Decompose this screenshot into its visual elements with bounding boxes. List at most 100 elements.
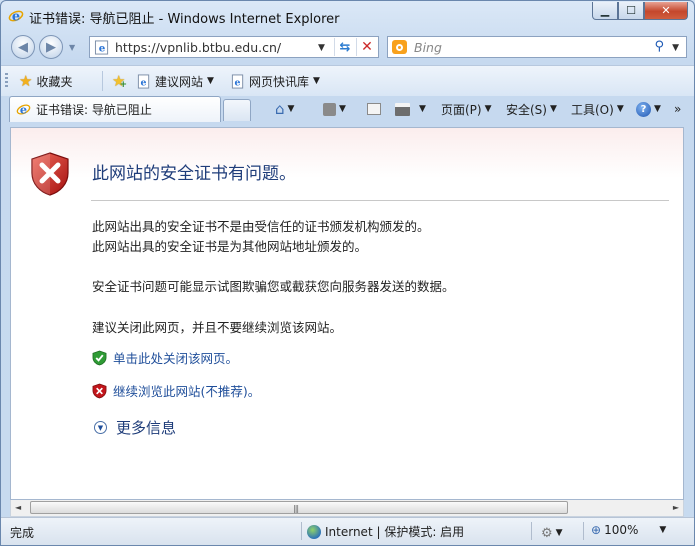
globe-icon [307,524,321,539]
stop-icon[interactable]: ✕ [356,38,377,56]
scroll-left-icon[interactable]: ◄ [15,503,21,512]
mail-icon [367,103,381,115]
more-info-toggle[interactable]: ▼ 更多信息 [94,417,176,438]
address-dropdown-icon[interactable]: ▼ [318,43,325,53]
zoom-magnifier-icon: ⊕ [591,523,602,537]
svg-text:e: e [99,43,106,55]
svg-text:e: e [235,77,241,88]
status-separator [531,522,532,540]
fav-item-label: 网页快讯库 [249,74,310,89]
chevron-down-icon: ▼ [555,528,563,538]
home-icon: ⌂ [275,100,285,118]
refresh-icon[interactable]: ⇆ [334,38,355,56]
svg-text:e: e [20,103,27,117]
chevron-right-icon: » [674,102,682,116]
close-page-link-text: 单击此处关闭该网页。 [113,351,239,366]
page-content: 此网站的安全证书有问题。 此网站出具的安全证书不是由受信任的证书颁发机构颁发的。… [10,127,684,500]
chevron-down-icon: ▼ [313,76,320,86]
ie-window: e 证书错误: 导航已阻止 - Windows Internet Explore… [0,0,695,546]
caption-buttons: ▁ ☐ ✕ [592,2,688,20]
window-title: 证书错误: 导航已阻止 - Windows Internet Explorer [29,12,340,27]
scroll-thumb[interactable]: ||| [30,501,568,514]
help-icon: ? [636,101,651,117]
close-page-link[interactable]: 单击此处关闭该网页。 [92,348,238,367]
horizontal-scrollbar[interactable]: ◄ ||| ► [10,500,684,517]
bing-logo-icon [392,40,407,54]
tab-row: e 证书错误: 导航已阻止 ⌂ ▼ ▼ ▼ 页面(P) ▼ 安全(S) ▼ 工具… [1,96,694,124]
shield-x-icon [92,383,107,398]
search-dropdown-icon[interactable]: ▼ [672,43,679,53]
expand-chevron-icon: ▼ [94,421,107,434]
more-commands-button[interactable]: » [674,99,681,119]
help-button[interactable]: ? ▼ [636,99,661,119]
status-separator [301,522,302,540]
print-button[interactable]: ▼ [395,99,426,119]
chevron-down-icon: ▼ [654,104,661,114]
tools-menu-label: 工具(O) [571,102,614,117]
address-input[interactable]: https://vpnlib.btbu.edu.cn/ [115,40,281,55]
security-zone[interactable]: Internet | 保护模式: 启用 [307,523,464,540]
more-info-label: 更多信息 [116,419,177,437]
add-to-favorites-button[interactable]: ★ + [112,71,127,91]
error-text-line2: 此网站出具的安全证书是为其他网站地址颁发的。 [92,239,368,254]
chevron-down-icon: ▼ [287,104,295,114]
page-menu[interactable]: 页面(P) ▼ [441,99,492,119]
shield-check-icon [92,350,107,365]
recommendation-text: 建议关闭此网页，并且不要继续浏览该网站。 [92,320,343,335]
tab-cert-error[interactable]: e 证书错误: 导航已阻止 [9,96,221,122]
new-tab-button[interactable] [223,99,251,121]
chevron-down-icon: ▼ [659,525,667,535]
read-mail-button[interactable] [367,99,381,119]
chevron-down-icon: ▼ [616,104,624,114]
continue-link[interactable]: 继续浏览此网站(不推荐)。 [92,381,260,400]
continue-link-text: 继续浏览此网站(不推荐)。 [113,384,261,399]
address-bar[interactable]: e https://vpnlib.btbu.edu.cn/ ▼ ⇆ ✕ [89,36,379,58]
rss-feed-icon [323,102,336,116]
page-ie-icon: e [94,40,109,55]
chevron-down-icon: ▼ [419,104,426,114]
search-box[interactable]: Bing ⚲ ▼ [387,36,687,58]
error-text-line1: 此网站出具的安全证书不是由受信任的证书颁发机构颁发的。 [92,219,430,234]
protected-mode-button[interactable]: ⚙ ▼ [541,523,563,543]
back-arrow-icon: ◀ [18,39,28,55]
minimize-button[interactable]: ▁ [592,2,618,20]
fav-item-web-slice-gallery[interactable]: e 网页快讯库 ▼ [231,71,320,91]
scroll-right-icon[interactable]: ► [673,503,679,512]
zoom-level: 100% [604,523,639,537]
chevron-down-icon: ▼ [549,104,557,114]
status-text: 完成 [10,526,35,540]
back-button[interactable]: ◀ [11,35,35,59]
safety-menu[interactable]: 安全(S) ▼ [506,99,557,119]
ie-logo-icon: e [8,10,24,25]
favorites-separator [102,71,103,91]
chevron-down-icon: ▼ [484,104,492,114]
maximize-button[interactable]: ☐ [618,2,644,20]
safety-menu-label: 安全(S) [506,102,547,117]
page-ie-icon: e [16,103,31,117]
title-bar: e 证书错误: 导航已阻止 - Windows Internet Explore… [1,1,694,31]
svg-text:e: e [12,10,20,25]
shield-error-icon [31,152,69,196]
chevron-down-icon: ▼ [339,104,346,114]
svg-text:e: e [141,77,147,88]
page-menu-label: 页面(P) [441,102,482,117]
feeds-button[interactable]: ▼ [323,99,346,119]
gear-icon: ⚙ [541,525,553,541]
forward-button[interactable]: ▶ [39,35,63,59]
history-dropdown-icon[interactable]: ▼ [69,43,75,52]
fav-item-label: 建议网站 [155,74,204,89]
tab-label: 证书错误: 导航已阻止 [36,103,152,117]
home-button[interactable]: ⌂ ▼ [275,99,294,119]
search-icon[interactable]: ⚲ [654,39,664,54]
search-input[interactable]: Bing [414,40,442,55]
zoom-control[interactable]: ⊕ 100% ▼ [591,523,666,537]
page-title: 此网站的安全证书有问题。 [92,164,296,184]
close-button[interactable]: ✕ [644,2,688,20]
tools-menu[interactable]: 工具(O) ▼ [571,99,624,119]
scroll-grip-icon: ||| [293,504,299,513]
page-icon: e [231,73,244,89]
chevron-down-icon: ▼ [207,76,214,86]
favorites-button[interactable]: ★ 收藏夹 [19,71,72,91]
fav-item-suggested-sites[interactable]: e 建议网站 ▼ [137,71,214,91]
status-bar: 完成 Internet | 保护模式: 启用 ⚙ ▼ ⊕ 100% ▼ [1,517,694,545]
